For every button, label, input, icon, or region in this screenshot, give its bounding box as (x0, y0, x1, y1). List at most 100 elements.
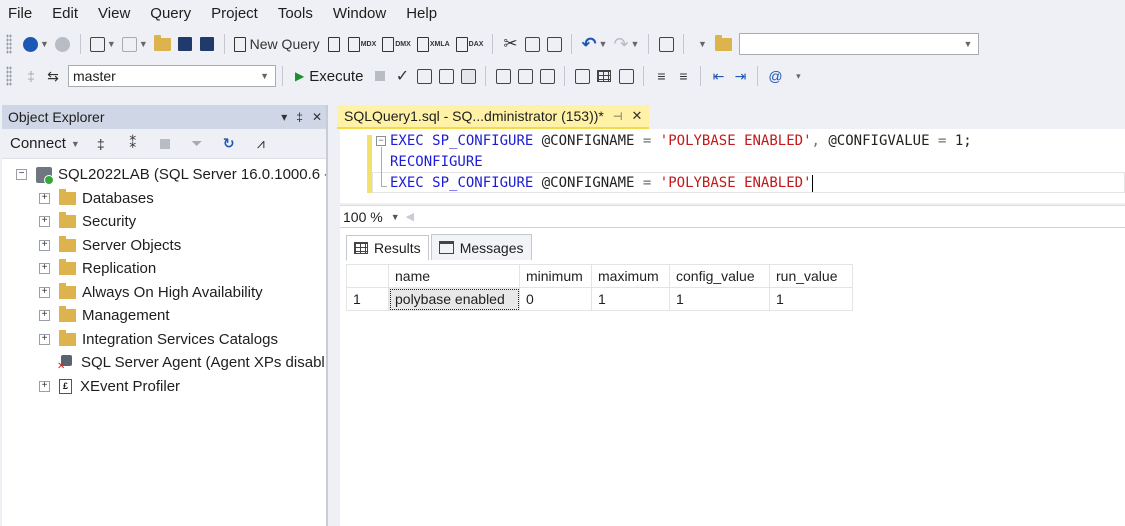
results-to-text-button[interactable] (571, 64, 593, 88)
undo-button[interactable]: ↶ ▼ (578, 32, 610, 56)
xmla-query-button[interactable]: XMLA (414, 32, 453, 56)
refresh-button[interactable]: ↻ (218, 132, 240, 156)
copy-button[interactable] (521, 32, 543, 56)
menu-view[interactable]: View (88, 1, 140, 27)
open-file-button[interactable] (151, 32, 174, 56)
grid-cell-minimum[interactable]: 0 (519, 287, 592, 311)
new-query-button[interactable]: New Query (231, 32, 323, 56)
menu-window[interactable]: Window (323, 1, 396, 27)
collapse-region-icon[interactable]: − (376, 136, 386, 146)
expand-icon[interactable]: + (39, 239, 50, 251)
tree-node-server[interactable]: − SQL2022LAB (SQL Server 16.0.1000.6 - L (2, 163, 326, 187)
paste-button[interactable] (543, 32, 565, 56)
tree-node-always-on[interactable]: + Always On High Availability (2, 281, 326, 305)
zoom-select[interactable]: 100 % ▼ (343, 209, 400, 225)
column-header-maximum[interactable]: maximum (591, 264, 670, 288)
grid-cell-config-value[interactable]: 1 (669, 287, 770, 311)
tab-results[interactable]: Results (346, 235, 429, 261)
connect-icon-button[interactable]: ‡ (90, 132, 112, 156)
expand-icon[interactable]: + (39, 192, 50, 204)
forward-button[interactable] (52, 32, 74, 56)
increase-indent-button[interactable]: ⇥ (729, 64, 751, 88)
tree-node-management[interactable]: + Management (2, 304, 326, 328)
tree-node-sql-server-agent[interactable]: SQL Server Agent (Agent XPs disabl (2, 351, 326, 375)
tree-node-integration-services[interactable]: + Integration Services Catalogs (2, 328, 326, 352)
menu-tools[interactable]: Tools (268, 1, 323, 27)
save-button[interactable] (174, 32, 196, 56)
toolbar-dropdown-button[interactable]: ▼ (690, 32, 712, 56)
find-combo[interactable]: ▼ (739, 33, 980, 55)
tab-sqlquery1[interactable]: SQLQuery1.sql - SQ...dministrator (153))… (337, 105, 650, 129)
stop-button[interactable] (154, 132, 176, 156)
dmx-query-button[interactable]: DMX (379, 32, 414, 56)
column-header-run-value[interactable]: run_value (769, 264, 853, 288)
menu-project[interactable]: Project (201, 1, 268, 27)
row-number-header[interactable] (346, 264, 389, 288)
specify-template-values-button[interactable]: @ (764, 64, 786, 88)
column-header-minimum[interactable]: minimum (519, 264, 592, 288)
cancel-query-button[interactable] (369, 64, 391, 88)
new-project-button[interactable]: ▼ (87, 32, 119, 56)
intellisense-button[interactable] (492, 64, 514, 88)
disconnect-button[interactable]: ⁑ (122, 132, 144, 156)
query-options-button[interactable] (457, 64, 479, 88)
activity-monitor-button[interactable]: ⩘ (250, 132, 272, 156)
grid-cell-maximum[interactable]: 1 (591, 287, 670, 311)
database-select[interactable]: master ▼ (68, 65, 276, 87)
grid-cell-run-value[interactable]: 1 (769, 287, 853, 311)
filter-button[interactable]: ⏷ (186, 132, 208, 156)
expand-icon[interactable]: + (39, 333, 50, 345)
save-all-button[interactable] (196, 32, 218, 56)
display-estimated-plan-button[interactable] (413, 64, 435, 88)
expand-icon[interactable]: + (39, 286, 50, 298)
activity-monitor-button[interactable] (655, 32, 677, 56)
toolbar-grip[interactable] (6, 34, 12, 54)
grid-cell-name[interactable]: polybase enabled (388, 287, 520, 311)
comment-button[interactable]: ≡ (650, 64, 672, 88)
actual-plan-button[interactable] (514, 64, 536, 88)
live-stats-button[interactable] (536, 64, 558, 88)
collapse-icon[interactable]: − (16, 169, 27, 181)
execute-button[interactable]: ▶ Execute (289, 68, 369, 85)
pin-icon[interactable]: ⊣ (613, 110, 623, 123)
panel-options-icon[interactable]: ▾ (281, 110, 287, 124)
column-header-config-value[interactable]: config_value (669, 264, 770, 288)
results-to-grid-button[interactable] (593, 64, 615, 88)
expand-icon[interactable]: + (39, 216, 50, 228)
tree-node-xevent-profiler[interactable]: + £ XEvent Profiler (2, 375, 326, 399)
tree-node-security[interactable]: + Security (2, 210, 326, 234)
menu-edit[interactable]: Edit (42, 1, 88, 27)
decrease-indent-button[interactable]: ⇤ (707, 64, 729, 88)
tree-node-databases[interactable]: + Databases (2, 187, 326, 211)
pin-icon[interactable]: ‡ (296, 110, 303, 124)
expand-icon[interactable]: + (39, 263, 50, 275)
toolbar-grip[interactable] (6, 66, 12, 86)
cut-button[interactable]: ✂ (499, 32, 521, 56)
tree-node-server-objects[interactable]: + Server Objects (2, 234, 326, 258)
database-engine-query-button[interactable] (323, 32, 345, 56)
back-button[interactable]: ▼ (20, 32, 52, 56)
uncomment-button[interactable]: ≡ (672, 64, 694, 88)
tab-messages[interactable]: Messages (430, 234, 532, 260)
menu-file[interactable]: File (6, 1, 42, 27)
close-icon[interactable]: ✕ (312, 110, 322, 124)
scroll-left-icon[interactable]: ◀ (406, 210, 414, 223)
menu-query[interactable]: Query (140, 1, 201, 27)
add-item-button[interactable]: ▼ (119, 32, 151, 56)
column-header-name[interactable]: name (388, 264, 520, 288)
row-number[interactable]: 1 (346, 287, 389, 311)
parse-button[interactable]: ✓ (391, 64, 413, 88)
change-connection-button[interactable]: ⇆ (42, 64, 64, 88)
query-designer-button[interactable] (435, 64, 457, 88)
connect-button[interactable]: ‡ (20, 64, 42, 88)
find-in-files-button[interactable] (712, 32, 735, 56)
query-editor[interactable]: − EXEC SP_CONFIGURE @CONFIGNAME = 'POLYB… (340, 129, 1125, 203)
expand-icon[interactable]: + (39, 380, 50, 392)
redo-button[interactable]: ↷ ▼ (610, 32, 642, 56)
results-to-file-button[interactable] (615, 64, 637, 88)
dax-query-button[interactable]: DAX (453, 32, 487, 56)
close-icon[interactable]: ✕ (631, 108, 642, 124)
toolbar-overflow-button[interactable]: ▾ (786, 64, 808, 88)
menu-help[interactable]: Help (396, 1, 447, 27)
tree-node-replication[interactable]: + Replication (2, 257, 326, 281)
